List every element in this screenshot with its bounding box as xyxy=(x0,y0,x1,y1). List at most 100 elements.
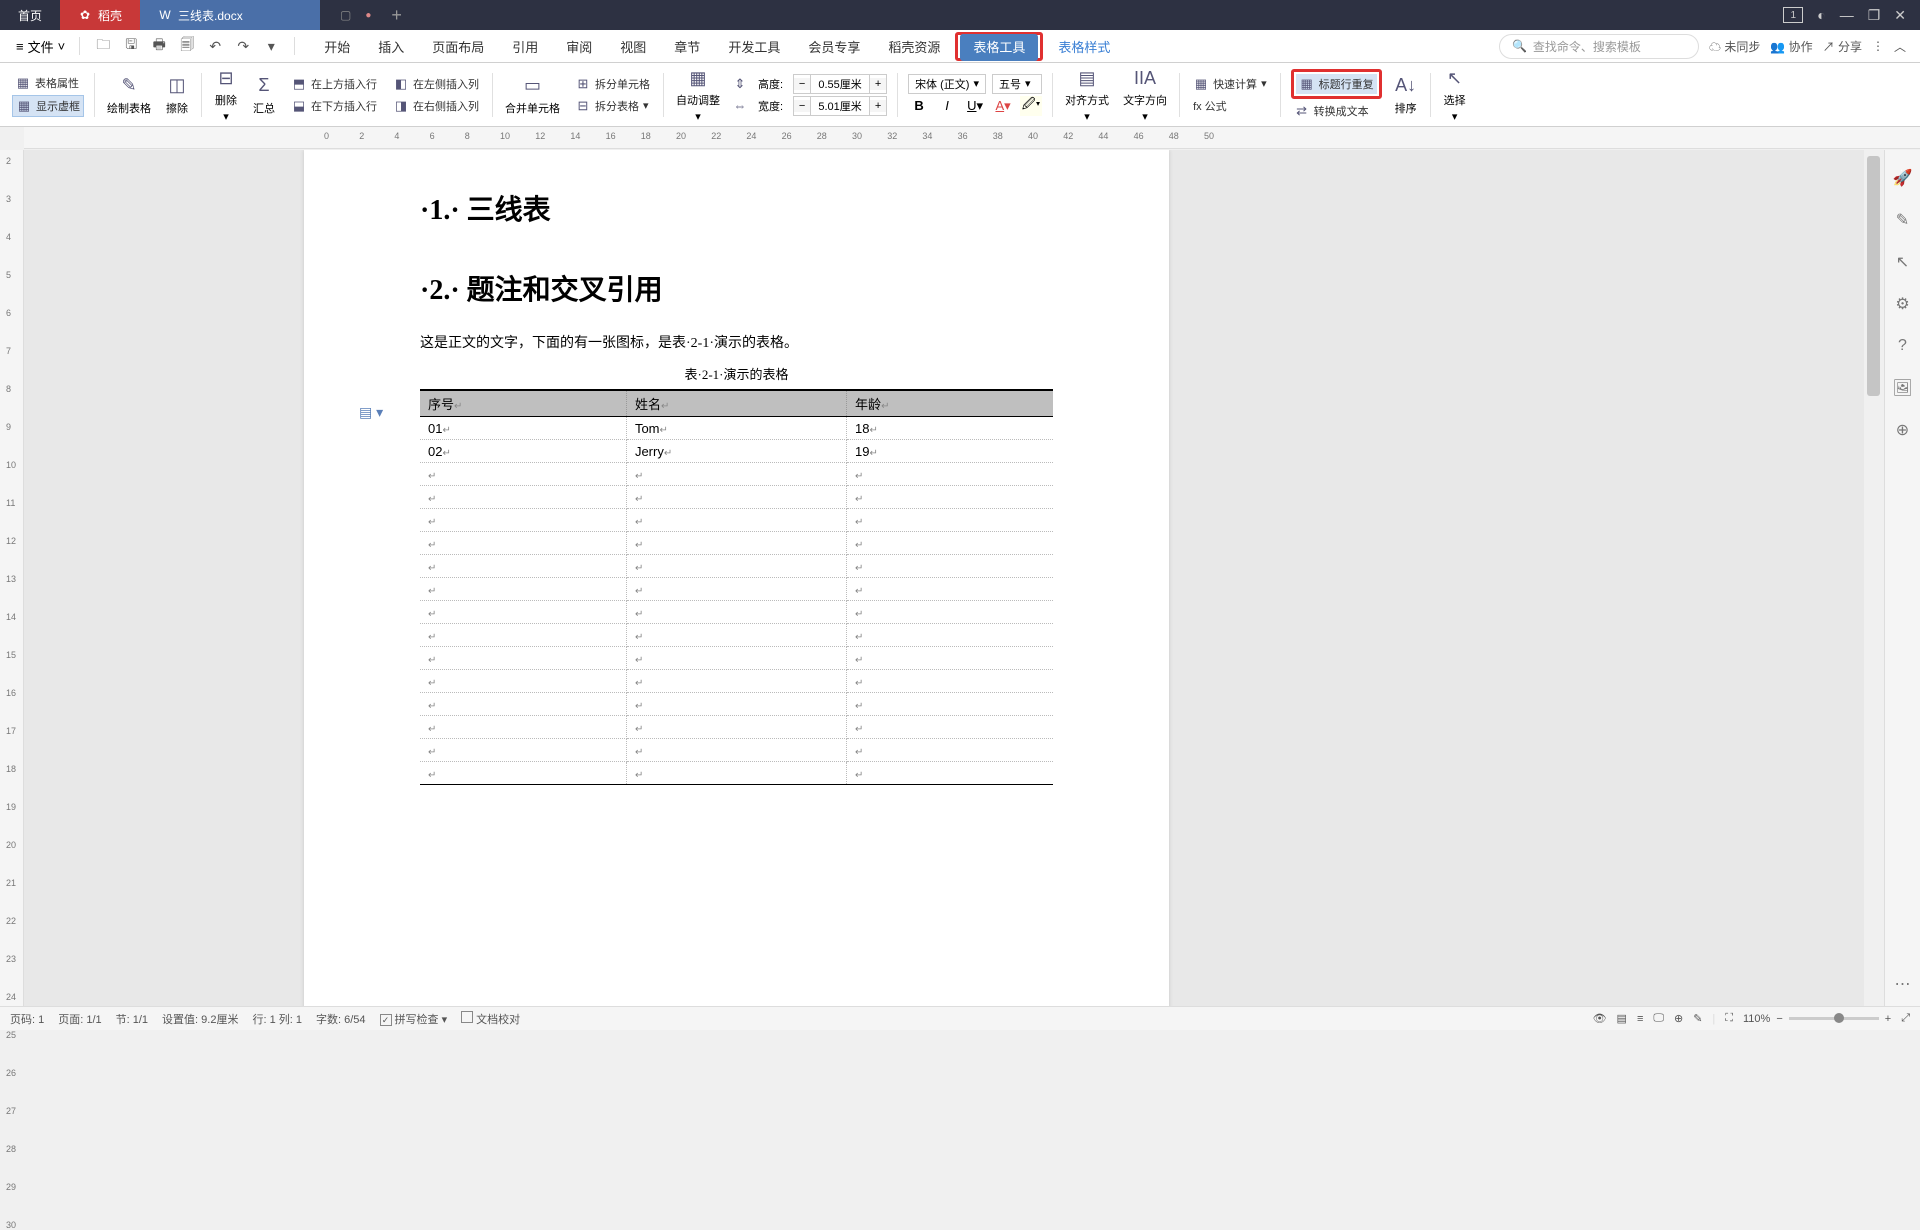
tab-add[interactable]: + xyxy=(391,5,402,26)
font-color-button[interactable]: A▾ xyxy=(992,96,1014,116)
table-cell[interactable]: ↵ xyxy=(626,578,846,601)
tab-tablestyle[interactable]: 表格样式 xyxy=(1045,31,1123,62)
font-size-select[interactable]: 五号▾ xyxy=(992,74,1042,94)
tab-chapter[interactable]: 章节 xyxy=(661,31,713,62)
collapse-ribbon-icon[interactable]: ︿ xyxy=(1894,38,1906,55)
insert-above-button[interactable]: ⬒在上方插入行 xyxy=(288,74,380,94)
new-icon[interactable]: 🗀 xyxy=(92,35,114,57)
eye-icon[interactable]: 👁 xyxy=(1593,1012,1607,1025)
table-cell[interactable]: ↵ xyxy=(626,601,846,624)
insert-left-button[interactable]: ◧在左侧插入列 xyxy=(390,74,482,94)
status-rowcol[interactable]: 行: 1 列: 1 xyxy=(252,1011,302,1027)
merge-cells-button[interactable]: ▭合并单元格 xyxy=(499,72,566,118)
table-cell[interactable]: Tom↵ xyxy=(626,417,846,440)
table-caption[interactable]: 表·2-1·演示的表格 xyxy=(420,364,1053,383)
tab-dock[interactable]: ✿稻壳 xyxy=(60,0,140,30)
italic-button[interactable]: I xyxy=(936,96,958,116)
heading-1[interactable]: ·1.· 三线表 xyxy=(420,188,1053,228)
document-table[interactable]: 序号↵姓名↵年龄↵ 01↵Tom↵18↵02↵Jerry↵19↵↵↵↵↵↵↵↵↵… xyxy=(420,389,1053,785)
table-row[interactable]: ↵↵↵ xyxy=(420,601,1053,624)
zoom-in-button[interactable]: + xyxy=(1885,1013,1891,1025)
undo-icon[interactable]: ↶ xyxy=(204,35,226,57)
table-cell[interactable]: ↵ xyxy=(420,647,626,670)
table-cell[interactable]: ↵ xyxy=(847,601,1053,624)
table-cell[interactable]: 18↵ xyxy=(847,417,1053,440)
ruler-vertical[interactable]: 2345678910111213141516171819202122232425… xyxy=(0,150,24,1006)
table-cell[interactable]: ↵ xyxy=(847,739,1053,762)
height-spinner[interactable]: −0.55厘米+ xyxy=(793,74,887,94)
table-row[interactable]: ↵↵↵ xyxy=(420,463,1053,486)
table-cell[interactable]: ↵ xyxy=(847,624,1053,647)
share-button[interactable]: ↗ 分享 xyxy=(1823,38,1862,55)
view-mode3-icon[interactable]: 🖵 xyxy=(1653,1012,1664,1025)
delete-button[interactable]: ⊟删除▾ xyxy=(208,64,244,125)
ruler-horizontal[interactable]: 0246810121416182022242628303234363840424… xyxy=(24,127,1920,149)
print-icon[interactable]: 🖶 xyxy=(148,35,170,57)
table-cell[interactable]: ↵ xyxy=(420,762,626,785)
table-cell[interactable]: ↵ xyxy=(626,693,846,716)
skin-icon[interactable]: ◐ xyxy=(1817,7,1825,23)
table-cell[interactable]: ↵ xyxy=(847,693,1053,716)
table-cell[interactable]: ↵ xyxy=(420,716,626,739)
table-row[interactable]: 01↵Tom↵18↵ xyxy=(420,417,1053,440)
table-cell[interactable]: ↵ xyxy=(420,555,626,578)
redo-icon[interactable]: ↷ xyxy=(232,35,254,57)
tab-home[interactable]: 首页 xyxy=(0,0,60,30)
table-cell[interactable]: 01↵ xyxy=(420,417,626,440)
sync-button[interactable]: ☁ 未同步 xyxy=(1709,38,1760,55)
file-menu[interactable]: ≡ 文件 ˅ xyxy=(6,37,75,56)
tab-references[interactable]: 引用 xyxy=(499,31,551,62)
table-cell[interactable]: ↵ xyxy=(847,647,1053,670)
status-wordcount[interactable]: 字数: 6/54 xyxy=(316,1011,366,1027)
table-row[interactable]: ↵↵↵ xyxy=(420,762,1053,785)
presentation-icon[interactable]: ▢ xyxy=(340,8,351,22)
table-handle-icon[interactable]: ▤ ▾ xyxy=(359,404,383,421)
settings-icon[interactable]: ⚙ xyxy=(1891,292,1915,316)
zoom-out-button[interactable]: − xyxy=(1776,1013,1782,1025)
table-cell[interactable]: ↵ xyxy=(847,509,1053,532)
table-row[interactable]: ↵↵↵ xyxy=(420,486,1053,509)
table-cell[interactable]: ↵ xyxy=(626,486,846,509)
quick-calc-button[interactable]: ▦快速计算▾ xyxy=(1190,74,1270,94)
table-row[interactable]: ↵↵↵ xyxy=(420,716,1053,739)
qat-dropdown[interactable]: ▾ xyxy=(260,35,282,57)
image-icon[interactable]: 🖼 xyxy=(1891,376,1915,400)
body-text[interactable]: 这是正文的文字，下面的有一张图标，是表·2-1·演示的表格。 xyxy=(420,332,1053,352)
text-direction-button[interactable]: IIA文字方向▾ xyxy=(1117,64,1173,125)
table-header-cell[interactable]: 年龄↵ xyxy=(847,390,1053,417)
insert-right-button[interactable]: ◨在右侧插入列 xyxy=(390,96,482,116)
table-cell[interactable]: ↵ xyxy=(420,486,626,509)
view-mode5-icon[interactable]: ✎ xyxy=(1693,1012,1702,1025)
table-cell[interactable]: ↵ xyxy=(847,578,1053,601)
table-row[interactable]: ↵↵↵ xyxy=(420,739,1053,762)
minimize-button[interactable]: — xyxy=(1840,7,1854,23)
table-cell[interactable]: ↵ xyxy=(626,532,846,555)
table-cell[interactable]: ↵ xyxy=(847,463,1053,486)
table-cell[interactable]: ↵ xyxy=(626,647,846,670)
save-icon[interactable]: 🖫 xyxy=(120,35,142,57)
table-properties-button[interactable]: ▦表格属性 xyxy=(12,73,84,93)
table-cell[interactable]: ↵ xyxy=(420,739,626,762)
select-icon[interactable]: ↖ xyxy=(1891,250,1915,274)
split-cell-button[interactable]: ⊞拆分单元格 xyxy=(572,74,653,94)
underline-button[interactable]: U▾ xyxy=(964,96,986,116)
table-cell[interactable]: ↵ xyxy=(420,532,626,555)
fit-icon[interactable]: ⛶ xyxy=(1725,1012,1733,1025)
table-row[interactable]: ↵↵↵ xyxy=(420,578,1053,601)
tab-review[interactable]: 审阅 xyxy=(553,31,605,62)
table-cell[interactable]: ↵ xyxy=(626,716,846,739)
pen-icon[interactable]: ✎ xyxy=(1891,208,1915,232)
status-section[interactable]: 节: 1/1 xyxy=(116,1011,148,1027)
table-cell[interactable]: ↵ xyxy=(847,555,1053,578)
table-cell[interactable]: ↵ xyxy=(420,624,626,647)
summary-button[interactable]: Σ汇总 xyxy=(246,72,282,118)
table-cell[interactable]: Jerry↵ xyxy=(626,440,846,463)
tab-member[interactable]: 会员专享 xyxy=(795,31,873,62)
tab-start[interactable]: 开始 xyxy=(311,31,363,62)
table-cell[interactable]: ↵ xyxy=(847,670,1053,693)
tab-tabletools[interactable]: 表格工具 xyxy=(960,34,1038,61)
table-cell[interactable]: ↵ xyxy=(420,463,626,486)
table-row[interactable]: ↵↵↵ xyxy=(420,670,1053,693)
heading-2[interactable]: ·2.· 题注和交叉引用 xyxy=(420,268,1053,308)
tab-pagelayout[interactable]: 页面布局 xyxy=(419,31,497,62)
